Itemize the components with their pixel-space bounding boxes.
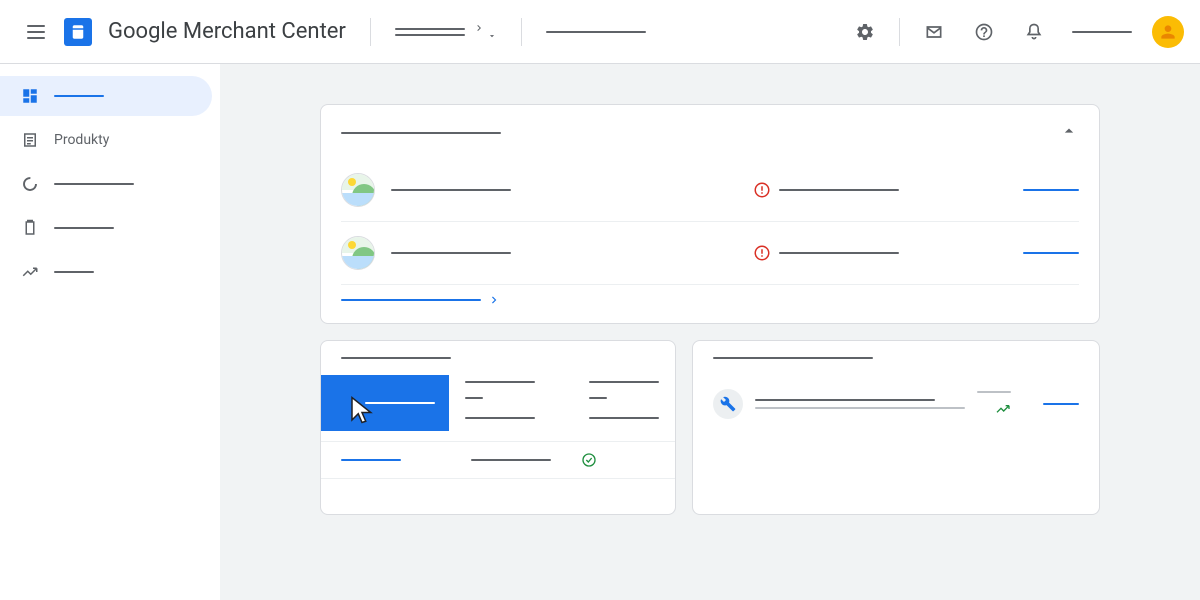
action-link[interactable] xyxy=(1023,252,1079,254)
tool-meta xyxy=(977,391,1011,393)
metric-tile[interactable] xyxy=(579,375,659,431)
person-icon xyxy=(1158,22,1178,42)
metrics-card xyxy=(320,340,676,515)
card-title xyxy=(341,132,501,134)
sidebar-item-overview[interactable] xyxy=(0,76,212,116)
tool-action-link[interactable] xyxy=(1043,403,1079,405)
notifications-button[interactable] xyxy=(1016,14,1052,50)
gear-icon xyxy=(855,22,875,42)
trending-up-icon xyxy=(995,401,1011,417)
issues-card xyxy=(320,104,1100,324)
card-title xyxy=(341,357,451,359)
status-text xyxy=(779,189,899,191)
divider xyxy=(521,18,522,46)
sidebar: Produkty xyxy=(0,64,220,600)
product-name xyxy=(391,189,511,191)
sidebar-item-label xyxy=(54,95,104,97)
clipboard-icon xyxy=(20,218,40,238)
chevron-right-icon xyxy=(487,293,501,307)
sidebar-item-growth[interactable] xyxy=(0,252,212,292)
sidebar-item-label: Produkty xyxy=(54,132,109,148)
table-row[interactable] xyxy=(321,441,675,478)
help-button[interactable] xyxy=(966,14,1002,50)
action-link[interactable] xyxy=(1023,189,1079,191)
tag-icon xyxy=(69,23,87,41)
tool-desc xyxy=(755,407,965,409)
status-text xyxy=(779,252,899,254)
app-header: Google Merchant Center xyxy=(0,0,1200,64)
metric-tile[interactable] xyxy=(449,375,579,431)
issue-row[interactable] xyxy=(341,159,1079,222)
tools-card xyxy=(692,340,1100,515)
menu-button[interactable] xyxy=(16,12,56,52)
sidebar-item-label xyxy=(54,271,94,273)
settings-button[interactable] xyxy=(847,14,883,50)
sidebar-item-performance[interactable] xyxy=(0,164,212,204)
chevron-right-icon xyxy=(473,22,485,34)
circle-progress-icon xyxy=(20,174,40,194)
product-name xyxy=(391,252,511,254)
mail-button[interactable] xyxy=(916,14,952,50)
hamburger-icon xyxy=(27,25,45,39)
help-icon xyxy=(974,22,994,42)
user-avatar[interactable] xyxy=(1152,16,1184,48)
sidebar-item-products[interactable]: Produkty xyxy=(0,120,212,160)
wrench-icon xyxy=(713,389,743,419)
tool-title xyxy=(755,399,935,401)
issue-row[interactable] xyxy=(341,222,1079,285)
divider xyxy=(370,18,371,46)
account-dropdown[interactable] xyxy=(395,23,497,41)
app-title: Google Merchant Center xyxy=(108,19,346,44)
view-all-link[interactable] xyxy=(341,285,1079,307)
cursor-icon xyxy=(347,393,377,427)
row-value xyxy=(471,459,551,461)
app-logo xyxy=(64,18,92,46)
mail-icon xyxy=(924,22,944,42)
check-circle-icon xyxy=(581,452,597,468)
trending-up-icon xyxy=(20,262,40,282)
tool-row[interactable] xyxy=(713,379,1079,429)
row-link[interactable] xyxy=(341,459,401,461)
divider xyxy=(899,18,900,46)
sidebar-item-marketing[interactable] xyxy=(0,208,212,248)
sidebar-item-label xyxy=(54,227,114,229)
dashboard-icon xyxy=(20,86,40,106)
selected-metric-tile[interactable] xyxy=(321,375,449,431)
main-content xyxy=(220,64,1200,600)
bell-icon xyxy=(1024,22,1044,42)
list-icon xyxy=(20,130,40,150)
collapse-button[interactable] xyxy=(1059,121,1079,145)
product-thumbnail xyxy=(341,173,375,207)
account-name[interactable] xyxy=(1072,31,1132,33)
secondary-dropdown[interactable] xyxy=(546,31,646,33)
chevron-up-icon xyxy=(1059,121,1079,141)
product-thumbnail xyxy=(341,236,375,270)
sidebar-item-label xyxy=(54,183,134,185)
dropdown-icon xyxy=(487,31,497,41)
error-icon xyxy=(753,244,771,262)
card-title xyxy=(713,357,873,359)
error-icon xyxy=(753,181,771,199)
